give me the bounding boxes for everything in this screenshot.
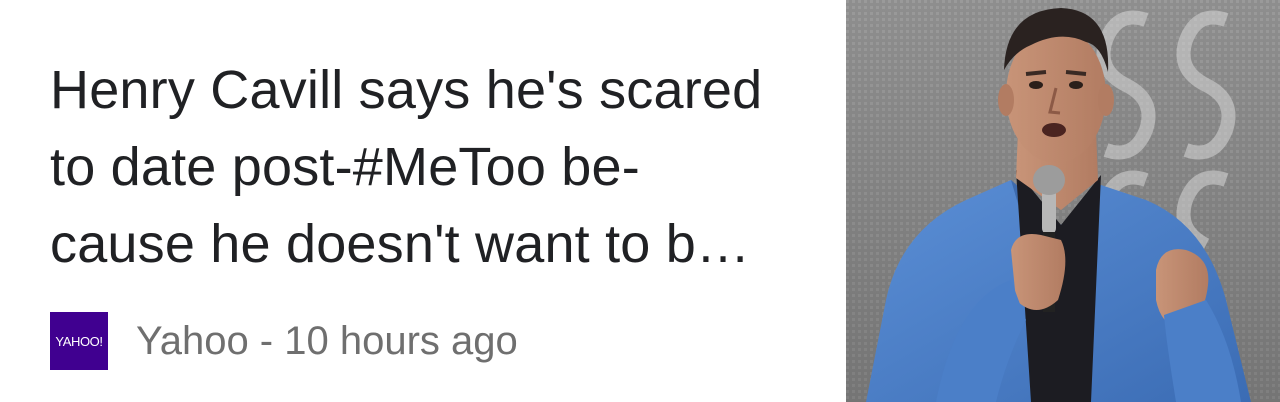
headline-line-3: cause he doesn't want to b… bbox=[50, 214, 751, 274]
article-headline[interactable]: Henry Cavill says he's scared to date po… bbox=[50, 52, 820, 283]
yahoo-logo-icon: YAHOO! bbox=[50, 312, 108, 370]
source-row: YAHOO! Yahoo - 10 hours ago bbox=[50, 312, 518, 370]
headline-line-1: Henry Cavill says he's scared bbox=[50, 60, 763, 120]
source-logo-text: YAHOO! bbox=[55, 333, 103, 349]
news-photo-thumbnail-icon bbox=[846, 0, 1280, 402]
headline-line-2: to date post-#MeToo be- bbox=[50, 137, 640, 197]
source-and-time: Yahoo - 10 hours ago bbox=[136, 318, 518, 363]
article-thumbnail[interactable] bbox=[846, 0, 1280, 402]
news-card[interactable]: Henry Cavill says he's scared to date po… bbox=[0, 0, 1280, 402]
